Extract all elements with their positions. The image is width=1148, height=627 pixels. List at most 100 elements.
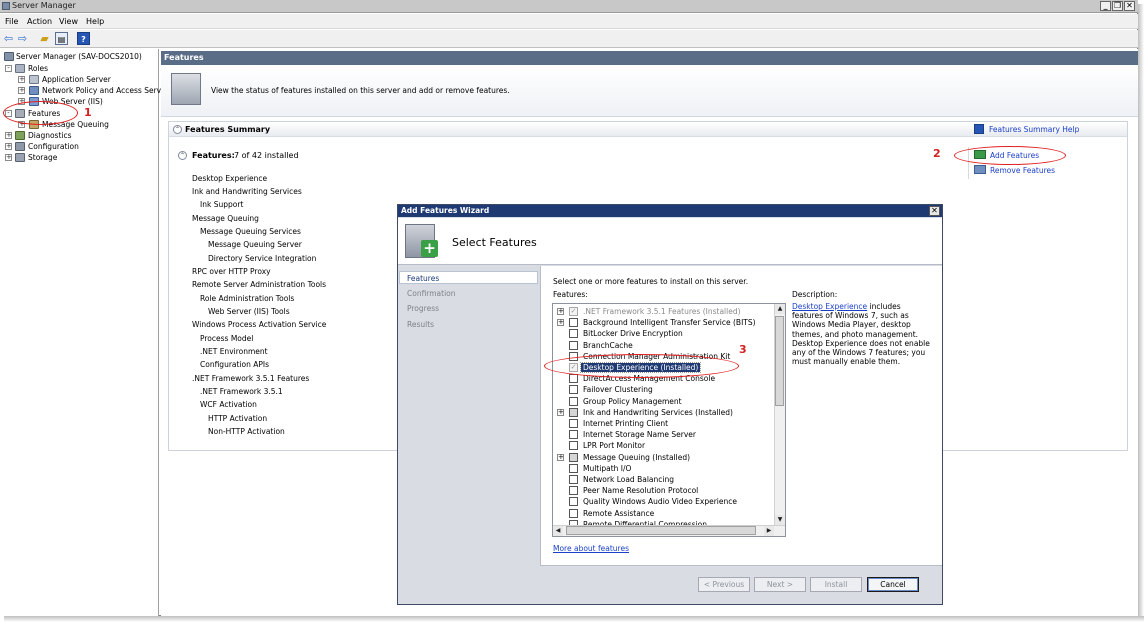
list-item: Message Queuing [192, 214, 259, 223]
feature-checkbox[interactable] [569, 329, 578, 339]
feature-checkbox[interactable] [569, 340, 578, 350]
expand-icon[interactable]: + [557, 408, 564, 416]
wizard-step-features[interactable]: Features [407, 274, 439, 283]
feature-row[interactable]: Multipath I/O [553, 463, 783, 474]
tree-item-storage[interactable]: Storage [28, 153, 57, 162]
feature-row[interactable]: + Background Intelligent Transfer Service… [553, 317, 783, 328]
feature-row[interactable]: Internet Printing Client [553, 418, 783, 429]
feature-row[interactable]: + Message Queuing (Installed) [553, 452, 783, 463]
menu-help[interactable]: Help [86, 17, 104, 26]
list-item: Ink and Handwriting Services [192, 187, 302, 196]
help-icon[interactable]: ? [77, 32, 90, 45]
up-folder-icon[interactable]: ▰ [38, 32, 51, 45]
tree-item-diagnostics[interactable]: Diagnostics [28, 131, 72, 140]
feature-checkbox[interactable] [569, 374, 578, 384]
tree-root[interactable]: Server Manager (SAV-DOCS2010) [16, 52, 142, 61]
feature-row[interactable]: Network Load Balancing [553, 474, 783, 485]
scroll-down-icon[interactable]: ▼ [775, 515, 785, 525]
expand-icon[interactable]: + [18, 87, 25, 94]
wizard-step-list: Features Confirmation Progress Results [398, 266, 539, 346]
horizontal-scroll-thumb[interactable] [566, 526, 756, 535]
scroll-left-icon[interactable]: ◀ [553, 526, 563, 536]
vertical-scroll-thumb[interactable] [775, 316, 784, 406]
back-arrow-icon[interactable]: ⇦ [2, 32, 15, 45]
diagnostics-icon [15, 131, 25, 140]
feature-checkbox[interactable] [569, 508, 578, 518]
feature-checkbox[interactable] [569, 497, 578, 507]
feature-checkbox[interactable] [569, 318, 578, 328]
feature-row[interactable]: BranchCache [553, 340, 783, 351]
feature-row[interactable]: Internet Storage Name Server [553, 429, 783, 440]
collapse-summary-icon[interactable]: ⌃ [173, 125, 182, 134]
expand-icon[interactable]: + [557, 319, 564, 327]
feature-row[interactable]: Quality Windows Audio Video Experience [553, 496, 783, 507]
feature-checkbox[interactable] [569, 430, 578, 440]
more-about-features-link[interactable]: More about features [553, 544, 629, 553]
feature-row[interactable]: Peer Name Resolution Protocol [553, 485, 783, 496]
tree-item-roles[interactable]: Roles [28, 64, 48, 73]
dialog-title-bar[interactable]: Add Features Wizard [398, 205, 942, 217]
feature-checkbox[interactable] [569, 419, 578, 428]
properties-icon[interactable]: ▤ [55, 32, 68, 45]
description-link[interactable]: Desktop Experience [792, 302, 867, 311]
feature-row[interactable]: BitLocker Drive Encryption [553, 328, 783, 339]
feature-checkbox[interactable] [569, 441, 578, 451]
annotation-number-1: 1 [84, 106, 92, 119]
expand-icon[interactable]: + [18, 76, 25, 83]
feature-row[interactable]: + Ink and Handwriting Services (Installed… [553, 407, 783, 418]
close-window-button[interactable]: ✕ [1124, 1, 1135, 11]
feature-checkbox[interactable] [569, 385, 578, 395]
feature-checkbox: ✓ [569, 307, 578, 316]
dialog-close-button[interactable]: ✕ [929, 206, 940, 216]
feature-label: Quality Windows Audio Video Experience [583, 497, 737, 507]
expand-icon[interactable]: + [5, 143, 12, 150]
restore-button[interactable]: ❐ [1112, 1, 1123, 11]
features-checklist[interactable]: + ✓ .NET Framework 3.5.1 Features (Install… [552, 303, 786, 537]
application-server-icon [29, 75, 39, 84]
feature-label: Multipath I/O [583, 463, 632, 473]
feature-checkbox[interactable] [569, 407, 578, 417]
list-item: Windows Process Activation Service [192, 320, 327, 329]
feature-checkbox[interactable] [569, 475, 578, 484]
collapse-features-icon[interactable]: ⌃ [178, 151, 187, 160]
wizard-step-confirmation: Confirmation [407, 289, 456, 298]
roles-collapse-icon[interactable]: - [5, 65, 12, 72]
feature-row[interactable]: Failover Clustering [553, 384, 783, 395]
next-button[interactable]: Next > [754, 577, 806, 592]
remove-features-link[interactable]: Remove Features [990, 166, 1055, 175]
menu-view[interactable]: View [59, 17, 78, 26]
configuration-icon [15, 142, 25, 151]
feature-checkbox[interactable] [569, 463, 578, 473]
features-summary-help-link[interactable]: Features Summary Help [989, 125, 1079, 134]
list-item: Web Server (IIS) Tools [208, 307, 290, 316]
menu-file[interactable]: File [5, 17, 18, 26]
forward-arrow-icon[interactable]: ⇨ [16, 32, 29, 45]
tree-item-network-policy[interactable]: Network Policy and Access Services [42, 86, 176, 95]
network-policy-icon [29, 86, 39, 95]
cancel-button[interactable]: Cancel [867, 577, 919, 592]
list-item: Remote Server Administration Tools [192, 280, 327, 289]
feature-row[interactable]: + ✓ .NET Framework 3.5.1 Features (Install… [553, 306, 783, 317]
menu-action[interactable]: Action [27, 17, 52, 26]
expand-icon[interactable]: + [557, 308, 564, 315]
expand-icon[interactable]: + [557, 453, 564, 461]
title-bar[interactable]: Server Manager _ ❐ ✕ [0, 0, 1138, 13]
install-button[interactable]: Install [810, 577, 862, 592]
feature-label: Internet Storage Name Server [583, 430, 696, 440]
expand-icon[interactable]: + [5, 132, 12, 139]
feature-label: Ink and Handwriting Services (Installed) [583, 407, 733, 417]
expand-icon[interactable]: + [5, 154, 12, 161]
feature-row[interactable]: LPR Port Monitor [553, 440, 783, 451]
previous-button[interactable]: < Previous [698, 577, 750, 592]
scroll-right-icon[interactable]: ▶ [764, 526, 774, 536]
minimize-button[interactable]: _ [1100, 1, 1111, 11]
features-summary-header: ⌃ Features Summary Features Summary Help [169, 122, 1127, 137]
feature-checkbox[interactable] [569, 396, 578, 406]
feature-row[interactable]: Group Policy Management [553, 396, 783, 407]
tree-item-configuration[interactable]: Configuration [28, 142, 79, 151]
scroll-up-icon[interactable]: ▲ [775, 304, 785, 314]
tree-item-application-server[interactable]: Application Server [42, 75, 111, 84]
feature-checkbox[interactable] [569, 486, 578, 496]
feature-checkbox[interactable] [569, 452, 578, 462]
feature-row[interactable]: Remote Assistance [553, 508, 783, 519]
